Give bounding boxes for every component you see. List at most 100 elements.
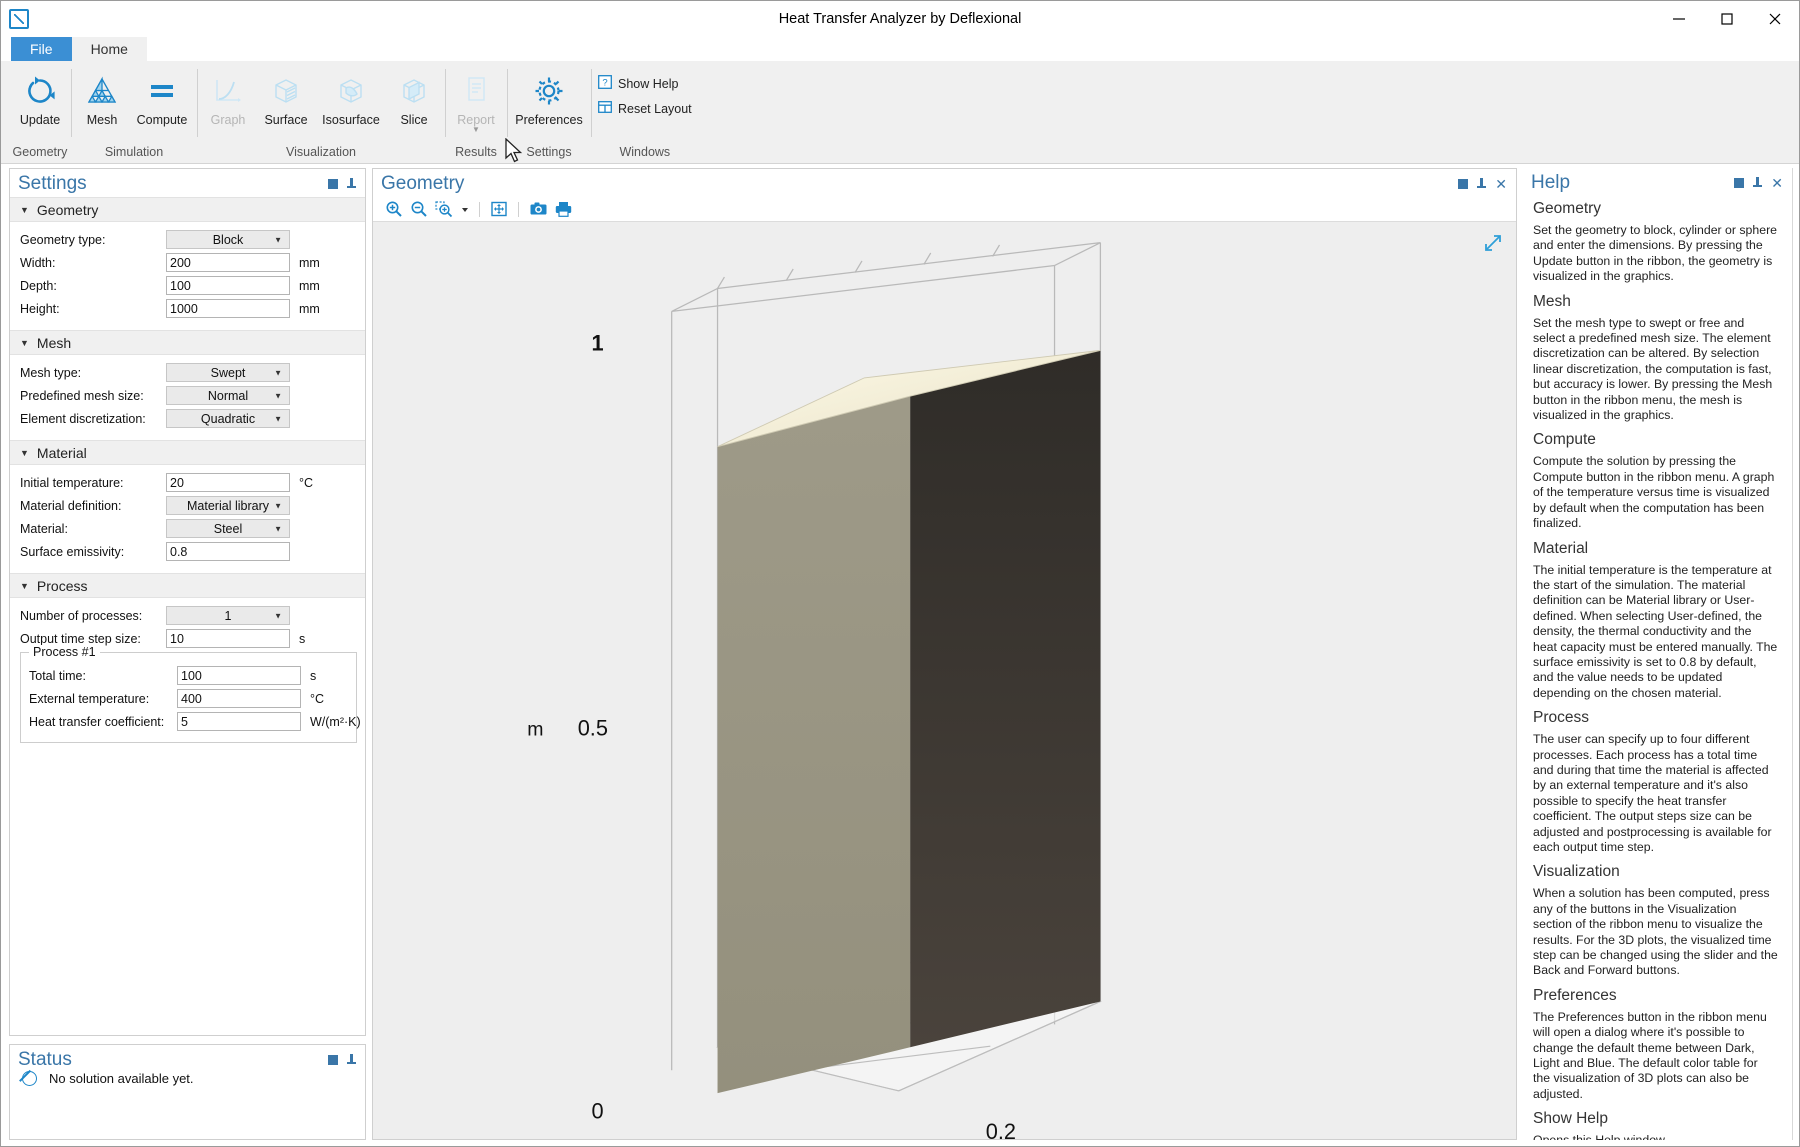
chevron-down-icon[interactable]: ▼ (472, 126, 480, 134)
number-of-processes-select[interactable]: 1 ▼ (166, 606, 290, 625)
pin-icon[interactable] (347, 1053, 356, 1067)
help-panel: Geometry Set the geometry to block, cyli… (1523, 196, 1793, 1140)
section-material-rows: Initial temperature: 20 °C Material defi… (10, 465, 365, 573)
tab-home[interactable]: Home (71, 37, 147, 61)
show-help-button[interactable]: ? Show Help (594, 73, 682, 94)
collapse-caret-icon: ▼ (20, 580, 29, 591)
report-document-icon (461, 71, 491, 111)
total-time-value: 100 (181, 668, 202, 683)
initial-temperature-input[interactable]: 20 (166, 473, 290, 492)
pin-icon[interactable] (1477, 177, 1487, 191)
help-body-mesh: Set the mesh type to swept or free and s… (1533, 315, 1773, 423)
geometry-type-select[interactable]: Block ▼ (166, 230, 290, 249)
width-input[interactable]: 200 (166, 253, 290, 272)
mesh-type-select[interactable]: Swept ▼ (166, 363, 290, 382)
reset-layout-label: Reset Layout (618, 101, 692, 116)
panel-menu-caret-icon[interactable]: ▼ (1458, 179, 1469, 189)
zoom-extents-icon[interactable] (488, 199, 510, 219)
zoom-in-icon[interactable] (383, 199, 405, 219)
section-header-geometry[interactable]: ▼ Geometry (10, 197, 365, 222)
external-temperature-input[interactable]: 400 (177, 689, 301, 708)
z-axis-unit: m (527, 719, 543, 741)
row-external-temperature: External temperature: 400 °C (21, 688, 356, 709)
isosurface-button[interactable]: Isosurface (316, 67, 386, 127)
element-discretization-value: Quadratic (200, 411, 256, 426)
external-temperature-value: 400 (181, 691, 202, 706)
depth-label: Depth: (20, 278, 57, 293)
title-bar: Heat Transfer Analyzer by Deflexional (1, 1, 1799, 37)
initial-temperature-value: 20 (170, 475, 184, 490)
slice-button-label: Slice (400, 113, 428, 127)
layout-grid-icon (598, 100, 612, 117)
geometry-type-label: Geometry type: (20, 232, 106, 247)
material-label: Material: (20, 521, 68, 536)
collapse-caret-icon: ▼ (20, 204, 29, 215)
maximize-button[interactable] (1703, 1, 1751, 37)
collapse-caret-icon: ▼ (20, 337, 29, 348)
toolbar-separator (479, 201, 480, 217)
external-temperature-label: External temperature: (29, 691, 150, 706)
section-process-label: Process (36, 577, 88, 594)
mesh-button[interactable]: Mesh (74, 67, 130, 127)
tab-file[interactable]: File (11, 37, 72, 61)
help-heading-visualization: Visualization (1533, 863, 1620, 881)
ribbon-group-windows-label: Windows (619, 145, 671, 159)
reset-layout-button[interactable]: Reset Layout (594, 98, 696, 119)
output-time-step-size-input[interactable]: 10 (166, 629, 290, 648)
help-heading-compute: Compute (1533, 431, 1596, 449)
graph-button[interactable]: Graph (200, 67, 256, 127)
total-time-input[interactable]: 100 (177, 666, 301, 685)
close-button[interactable] (1751, 1, 1799, 37)
gear-icon (532, 71, 566, 111)
depth-input[interactable]: 100 (166, 276, 290, 295)
pin-icon[interactable] (347, 177, 356, 191)
settings-panel-tools: ▼ (328, 177, 359, 191)
ribbon-tab-strip: File Home (1, 37, 1799, 61)
compute-button[interactable]: Compute (130, 67, 194, 127)
panel-menu-caret-icon[interactable]: ▼ (1734, 178, 1745, 188)
surface-emissivity-input[interactable]: 0.8 (166, 542, 290, 561)
no-entry-icon (22, 1071, 37, 1086)
panel-menu-caret-icon[interactable]: ▼ (328, 179, 338, 189)
graphics-toolbar (373, 197, 1516, 222)
section-header-mesh[interactable]: ▼ Mesh (10, 330, 365, 355)
report-button[interactable]: Report ▼ (448, 67, 504, 134)
zoom-box-caret-icon[interactable] (458, 199, 471, 219)
help-body-compute: Compute the solution by pressing the Com… (1533, 454, 1775, 531)
heat-transfer-coefficient-input[interactable]: 5 (177, 712, 301, 731)
material-select[interactable]: Steel ▼ (166, 519, 290, 538)
row-height: Height: 1000 mm (10, 298, 365, 319)
panel-menu-caret-icon[interactable]: ▼ (328, 1055, 338, 1065)
printer-icon[interactable] (552, 199, 574, 219)
close-icon[interactable]: ✕ (1495, 177, 1507, 191)
help-content: Geometry Set the geometry to block, cyli… (1523, 196, 1793, 1140)
pin-icon[interactable] (1753, 176, 1763, 190)
slice-button[interactable]: Slice (386, 67, 442, 127)
zoom-out-icon[interactable] (408, 199, 430, 219)
mouse-cursor (505, 138, 523, 163)
surface-button[interactable]: Surface (256, 67, 316, 127)
section-header-process[interactable]: ▼ Process (10, 573, 365, 598)
element-discretization-select[interactable]: Quadratic ▼ (166, 409, 290, 428)
material-definition-select[interactable]: Material library ▼ (166, 496, 290, 515)
geometry-viewport[interactable]: 1 0.5 m 0 0.1 0 m 0 0.1 0.2 m (373, 222, 1516, 1139)
preferences-button[interactable]: Preferences (510, 67, 588, 127)
minimize-button[interactable] (1655, 1, 1703, 37)
graphics-panel: 1 0.5 m 0 0.1 0 m 0 0.1 0.2 m (372, 197, 1517, 1140)
help-panel-header: Help ▼ ✕ (1523, 168, 1793, 196)
section-header-material[interactable]: ▼ Material (10, 440, 365, 465)
element-discretization-label: Element discretization: (20, 411, 146, 426)
ribbon-group-results: Report ▼ Results (445, 61, 507, 163)
predefined-mesh-size-select[interactable]: Normal ▼ (166, 386, 290, 405)
chevron-down-icon: ▼ (274, 414, 282, 423)
camera-icon[interactable] (527, 199, 549, 219)
row-mesh-type: Mesh type: Swept ▼ (10, 362, 365, 383)
zoom-box-icon[interactable] (433, 199, 455, 219)
height-input[interactable]: 1000 (166, 299, 290, 318)
z-tick-0_5: 0.5 (578, 716, 608, 741)
close-icon[interactable]: ✕ (1771, 176, 1783, 190)
row-material-definition: Material definition: Material library ▼ (10, 495, 365, 516)
mesh-type-value: Swept (210, 365, 246, 380)
update-button[interactable]: Update (12, 67, 68, 127)
width-value: 200 (170, 255, 191, 270)
